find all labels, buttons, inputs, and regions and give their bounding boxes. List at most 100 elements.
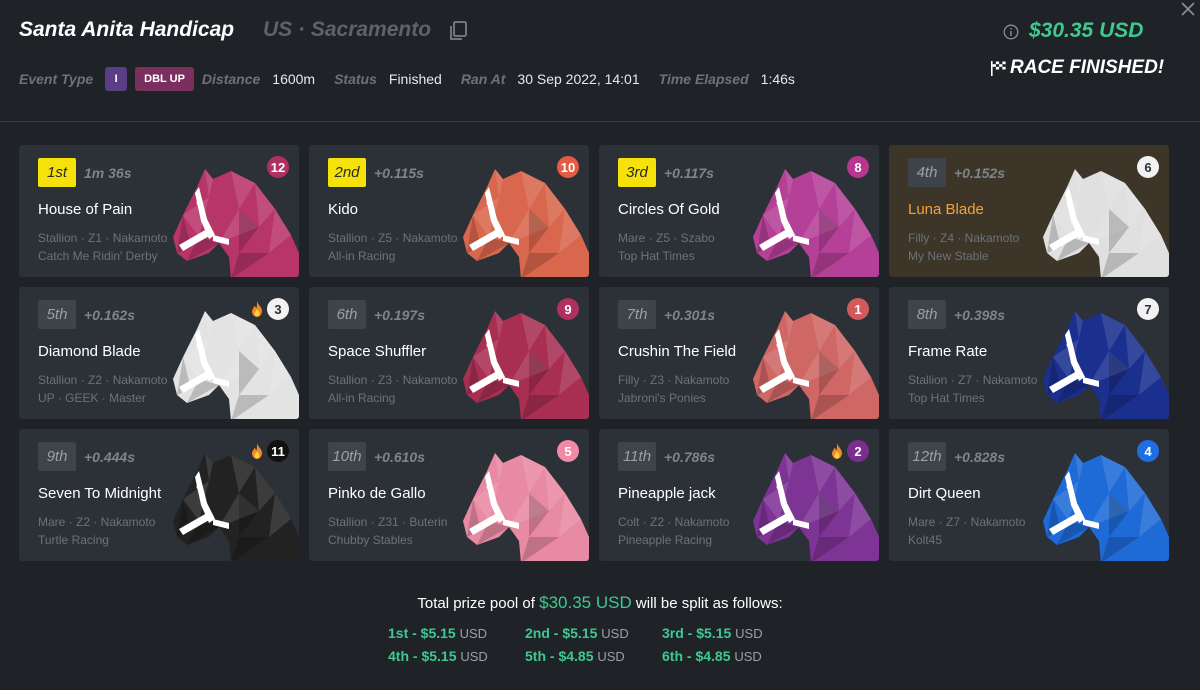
prize-pool-summary: Total prize pool of $30.35 USD will be s… bbox=[0, 593, 1200, 613]
horse-name: Seven To Midnight bbox=[38, 485, 162, 502]
stable-name: My New Stable bbox=[908, 249, 989, 263]
flame-icon bbox=[252, 443, 262, 459]
horse-name: Crushin The Field bbox=[618, 343, 737, 360]
horse-details: Filly · Z4 · Nakamoto bbox=[908, 231, 1020, 245]
payout-unit: USD bbox=[459, 626, 488, 641]
finish-position: 8th bbox=[908, 300, 946, 329]
horse-details: Stallion · Z3 · Nakamoto bbox=[328, 373, 458, 387]
stable-name: UP · GEEK · Master bbox=[38, 391, 146, 405]
result-card[interactable]: 7th +0.301s Crushin The Field Filly · Z3… bbox=[599, 287, 879, 419]
finish-position: 1st bbox=[38, 158, 76, 187]
horse-name: Diamond Blade bbox=[38, 343, 141, 360]
copy-icon[interactable] bbox=[449, 21, 467, 41]
distance-value: 1600m bbox=[272, 71, 316, 87]
finish-time: +0.301s bbox=[664, 307, 715, 323]
horse-name: Pineapple jack bbox=[618, 485, 716, 502]
gate-number: 5 bbox=[557, 440, 579, 462]
stable-name: Chubby Stables bbox=[328, 533, 413, 547]
ran-at-label: Ran At bbox=[460, 71, 506, 87]
result-card[interactable]: 11th +0.786s Pineapple jack Colt · Z2 · … bbox=[599, 429, 879, 561]
finish-position: 5th bbox=[38, 300, 76, 329]
horse-name: Luna Blade bbox=[908, 201, 984, 218]
finish-position: 4th bbox=[908, 158, 946, 187]
payout-amount: 3rd - $5.15 bbox=[662, 625, 732, 641]
gate-number: 8 bbox=[847, 156, 869, 178]
result-card[interactable]: 3rd +0.117s Circles Of Gold Mare · Z5 · … bbox=[599, 145, 879, 277]
prize-amount: $30.35 USD bbox=[539, 593, 632, 612]
finish-time: +0.444s bbox=[84, 449, 135, 465]
stable-name: Jabroni's Ponies bbox=[618, 391, 706, 405]
ran-at-value: 30 Sep 2022, 14:01 bbox=[517, 71, 640, 87]
status-value: Finished bbox=[388, 71, 442, 87]
finish-position: 7th bbox=[618, 300, 656, 329]
stable-name: All-in Racing bbox=[328, 391, 396, 405]
horse-details: Mare · Z2 · Nakamoto bbox=[38, 515, 156, 529]
gate-number: 12 bbox=[267, 156, 289, 178]
result-card[interactable]: 5th +0.162s Diamond Blade Stallion · Z2 … bbox=[19, 287, 299, 419]
horse-details: Stallion · Z31 · Buterin bbox=[328, 515, 448, 529]
result-card[interactable]: 9th +0.444s Seven To Midnight Mare · Z2 … bbox=[19, 429, 299, 561]
payout-amount: 2nd - $5.15 bbox=[525, 625, 598, 641]
race-title: Santa Anita Handicap bbox=[19, 18, 235, 41]
time-elapsed-value: 1:46s bbox=[760, 71, 795, 87]
payout-unit: USD bbox=[734, 649, 762, 664]
horse-details: Stallion · Z7 · Nakamoto bbox=[908, 373, 1038, 387]
gate-number: 10 bbox=[557, 156, 579, 178]
gate-number: 1 bbox=[847, 298, 869, 320]
payout-unit: USD bbox=[601, 626, 629, 641]
event-badge: DBL UP bbox=[135, 67, 194, 91]
finish-position: 9th bbox=[38, 442, 76, 471]
gate-number: 2 bbox=[847, 440, 869, 462]
result-card[interactable]: 1st 1m 36s House of Pain Stallion · Z1 ·… bbox=[19, 145, 299, 277]
payout-amount: 1st - $5.15 bbox=[388, 625, 456, 641]
gate-number: 11 bbox=[267, 440, 289, 462]
result-card[interactable]: 8th +0.398s Frame Rate Stallion · Z7 · N… bbox=[889, 287, 1169, 419]
payout-item: 5th - $4.85 USD bbox=[525, 648, 662, 664]
gate-number: 3 bbox=[267, 298, 289, 320]
checkered-flag-icon bbox=[991, 60, 1006, 76]
result-card[interactable]: 6th +0.197s Space Shuffler Stallion · Z3… bbox=[309, 287, 589, 419]
close-icon[interactable] bbox=[1180, 1, 1196, 17]
payout-item: 4th - $5.15 USD bbox=[388, 648, 525, 664]
results-grid: 1st 1m 36s House of Pain Stallion · Z1 ·… bbox=[19, 145, 1169, 561]
payout-list: 1st - $5.15 USD 2nd - $5.15 USD 3rd - $5.1… bbox=[388, 625, 799, 664]
distance-label: Distance bbox=[201, 71, 261, 87]
race-meta: Event Type I DBL UP Distance 1600m Statu… bbox=[19, 67, 814, 91]
result-card[interactable]: 12th +0.828s Dirt Queen Mare · Z7 · Naka… bbox=[889, 429, 1169, 561]
finish-time: +0.152s bbox=[954, 165, 1005, 181]
horse-name: Pinko de Gallo bbox=[328, 485, 426, 502]
stable-name: All-in Racing bbox=[328, 249, 396, 263]
horse-name: House of Pain bbox=[38, 201, 133, 218]
horse-details: Stallion · Z2 · Nakamoto bbox=[38, 373, 168, 387]
payout-item: 3rd - $5.15 USD bbox=[662, 625, 799, 641]
race-finished-banner: RACE FINISHED! bbox=[990, 57, 1164, 79]
result-card[interactable]: 10th +0.610s Pinko de Gallo Stallion · Z… bbox=[309, 429, 589, 561]
prize-pool-total: $30.35 USD bbox=[1029, 19, 1144, 42]
finish-time: +0.162s bbox=[84, 307, 135, 323]
payout-unit: USD bbox=[735, 626, 763, 641]
gate-number: 7 bbox=[1137, 298, 1159, 320]
result-card[interactable]: 4th +0.152s Luna Blade Filly · Z4 · Naka… bbox=[889, 145, 1169, 277]
flame-icon bbox=[832, 443, 842, 459]
payout-item: 6th - $4.85 USD bbox=[662, 648, 799, 664]
payout-unit: USD bbox=[460, 649, 488, 664]
finish-time: +0.828s bbox=[954, 449, 1005, 465]
result-card[interactable]: 2nd +0.115s Kido Stallion · Z5 · Nakamot… bbox=[309, 145, 589, 277]
race-location: US · Sacramento bbox=[263, 18, 432, 41]
horse-name: Dirt Queen bbox=[908, 485, 981, 502]
horse-details: Mare · Z7 · Nakamoto bbox=[908, 515, 1026, 529]
class-badge: I bbox=[105, 67, 128, 91]
stable-name: Kolt45 bbox=[908, 533, 943, 547]
payout-item: 2nd - $5.15 USD bbox=[525, 625, 662, 641]
stable-name: Top Hat Times bbox=[908, 391, 985, 405]
finish-position: 10th bbox=[328, 442, 366, 471]
info-icon[interactable] bbox=[1003, 24, 1019, 40]
horse-details: Stallion · Z5 · Nakamoto bbox=[328, 231, 458, 245]
finish-time: +0.786s bbox=[664, 449, 715, 465]
stable-name: Turtle Racing bbox=[38, 533, 109, 547]
horse-details: Colt · Z2 · Nakamoto bbox=[618, 515, 730, 529]
flame-icon bbox=[252, 301, 262, 317]
finish-position: 12th bbox=[908, 442, 946, 471]
finish-position: 3rd bbox=[618, 158, 656, 187]
horse-name: Kido bbox=[328, 201, 359, 218]
